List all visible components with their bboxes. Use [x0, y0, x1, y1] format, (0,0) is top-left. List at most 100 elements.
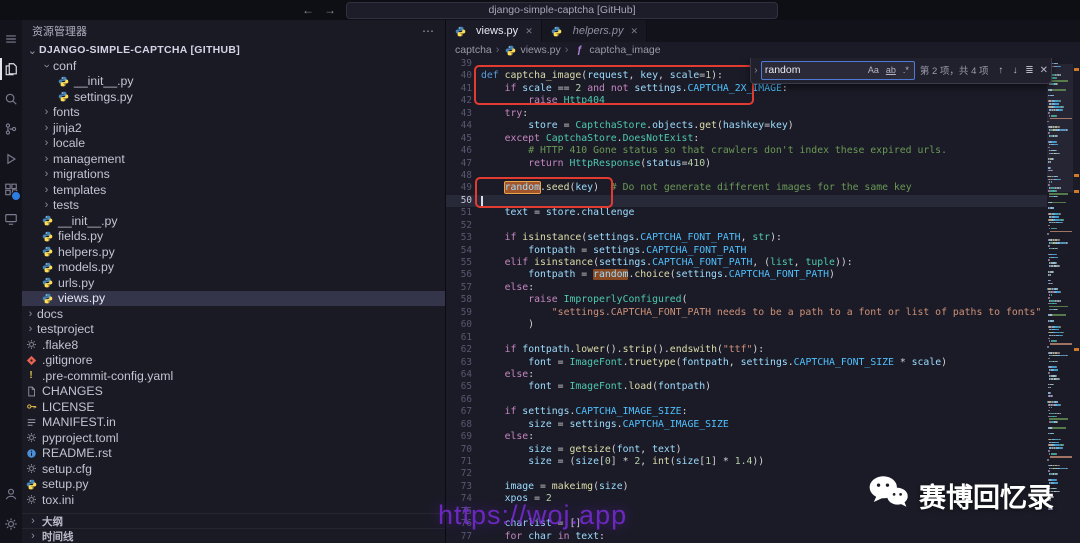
- tree-item-locale[interactable]: › locale: [22, 136, 445, 152]
- breadcrumb-item-captcha_image[interactable]: ƒ captcha_image: [572, 44, 661, 56]
- tree-item-fonts[interactable]: › fonts: [22, 105, 445, 121]
- project-section-header[interactable]: ⌄ DJANGO-SIMPLE-CAPTCHA [GITHUB]: [22, 42, 445, 58]
- tree-item-.gitignore[interactable]: .gitignore: [22, 353, 445, 369]
- tree-item-conf[interactable]: › conf: [22, 58, 445, 74]
- breadcrumb-item-captcha[interactable]: captcha: [455, 44, 492, 56]
- tree-item-migrations[interactable]: › migrations: [22, 167, 445, 183]
- tree-item-LICENSE[interactable]: LICENSE: [22, 399, 445, 415]
- code-line-67[interactable]: 67 if settings.CAPTCHA_IMAGE_SIZE:: [445, 406, 1080, 418]
- tree-item-testproject[interactable]: › testproject: [22, 322, 445, 338]
- find-in-selection-icon[interactable]: ≣: [1022, 65, 1036, 76]
- code-line-69[interactable]: 69 else:: [445, 431, 1080, 443]
- code-line-56[interactable]: 56 fontpath = random.choice(settings.CAP…: [445, 269, 1080, 281]
- explorer-icon[interactable]: [0, 54, 22, 84]
- tree-item-.pre-commit-config.yaml[interactable]: ! .pre-commit-config.yaml: [22, 368, 445, 384]
- tab-views.py[interactable]: views.py ✕: [445, 20, 542, 42]
- code-line-60[interactable]: 60 ): [445, 319, 1080, 331]
- code-line-68[interactable]: 68 size = settings.CAPTCHA_IMAGE_SIZE: [445, 419, 1080, 431]
- code-line-62[interactable]: 62 if fontpath.lower().strip().endswith(…: [445, 344, 1080, 356]
- account-icon[interactable]: [0, 479, 22, 509]
- code-line-77[interactable]: 77 for char in text:: [445, 531, 1080, 543]
- python-icon: [56, 75, 70, 87]
- settings-icon[interactable]: [0, 509, 22, 539]
- code-line-46[interactable]: 46 # HTTP 410 Gone status so that crawle…: [445, 145, 1080, 157]
- code-line-51[interactable]: 51 text = store.challenge: [445, 207, 1080, 219]
- minimap-line: [1047, 230, 1073, 233]
- tree-item-__init__.py[interactable]: __init__.py: [22, 213, 445, 229]
- tree-item-urls.py[interactable]: urls.py: [22, 275, 445, 291]
- tree-item-settings.py[interactable]: settings.py: [22, 89, 445, 105]
- tree-item-README.rst[interactable]: README.rst: [22, 446, 445, 462]
- find-input[interactable]: random Aa ab .*: [760, 60, 915, 80]
- code-line-65[interactable]: 65 font = ImageFont.load(fontpath): [445, 381, 1080, 393]
- minimap[interactable]: [1047, 58, 1073, 543]
- code-line-47[interactable]: 47 return HttpResponse(status=410): [445, 158, 1080, 170]
- source-control-icon[interactable]: [0, 114, 22, 144]
- outline-section[interactable]: › 大纲: [22, 513, 445, 528]
- code-line-49[interactable]: 49 random.seed(key) # Do not generate di…: [445, 181, 1080, 195]
- code-line-54[interactable]: 54 fontpath = settings.CAPTCHA_FONT_PATH: [445, 245, 1080, 257]
- code-line-43[interactable]: 43 try:: [445, 108, 1080, 120]
- match-case-icon[interactable]: Aa: [866, 65, 881, 75]
- code-line-61[interactable]: 61: [445, 332, 1080, 344]
- tree-item-models.py[interactable]: models.py: [22, 260, 445, 276]
- code-line-44[interactable]: 44 store = CaptchaStore.objects.get(hash…: [445, 120, 1080, 132]
- tree-item-templates[interactable]: › templates: [22, 182, 445, 198]
- code-line-71[interactable]: 71 size = (size[0] * 2, int(size[1] * 1.…: [445, 456, 1080, 468]
- code-line-57[interactable]: 57 else:: [445, 282, 1080, 294]
- menu-icon[interactable]: [0, 24, 22, 54]
- back-icon[interactable]: ←: [302, 0, 314, 20]
- tree-item-setup.py[interactable]: setup.py: [22, 477, 445, 493]
- code-line-76[interactable]: 76 charlist = []: [445, 518, 1080, 530]
- code-line-63[interactable]: 63 font = ImageFont.truetype(fontpath, s…: [445, 357, 1080, 369]
- forward-icon[interactable]: →: [324, 0, 336, 20]
- close-tab-icon[interactable]: ✕: [525, 26, 533, 37]
- code-line-48[interactable]: 48: [445, 170, 1080, 182]
- regex-icon[interactable]: .*: [901, 65, 911, 75]
- tree-item-pyproject.toml[interactable]: pyproject.toml: [22, 430, 445, 446]
- whole-word-icon[interactable]: ab: [884, 65, 898, 75]
- breadcrumb: captcha › views.py › ƒ captcha_image: [445, 42, 1080, 58]
- close-tab-icon[interactable]: ✕: [631, 26, 639, 37]
- tree-item-docs[interactable]: › docs: [22, 306, 445, 322]
- tree-item-helpers.py[interactable]: helpers.py: [22, 244, 445, 260]
- tree-item-jinja2[interactable]: › jinja2: [22, 120, 445, 136]
- code-line-58[interactable]: 58 raise ImproperlyConfigured(: [445, 294, 1080, 306]
- next-match-icon[interactable]: ↓: [1008, 65, 1022, 76]
- timeline-section[interactable]: › 时间线: [22, 528, 445, 543]
- extensions-icon[interactable]: [0, 174, 22, 204]
- code-line-66[interactable]: 66: [445, 394, 1080, 406]
- code-line-59[interactable]: 59 "settings.CAPTCHA_FONT_PATH needs to …: [445, 307, 1080, 319]
- command-center[interactable]: django-simple-captcha [GitHub]: [346, 1, 778, 19]
- code-line-45[interactable]: 45 except CaptchaStore.DoesNotExist:: [445, 133, 1080, 145]
- toggle-replace-icon[interactable]: ›: [751, 65, 761, 76]
- breadcrumb-item-views.py[interactable]: views.py: [503, 44, 561, 56]
- tree-item-views.py[interactable]: views.py: [22, 290, 445, 306]
- tree-item-fields.py[interactable]: fields.py: [22, 229, 445, 245]
- code-line-64[interactable]: 64 else:: [445, 369, 1080, 381]
- tree-item-__init__.py[interactable]: __init__.py: [22, 74, 445, 90]
- previous-match-icon[interactable]: ↑: [994, 65, 1008, 76]
- search-icon[interactable]: [0, 84, 22, 114]
- tree-item-tox.ini[interactable]: tox.ini: [22, 492, 445, 508]
- code-line-70[interactable]: 70 size = getsize(font, text): [445, 444, 1080, 456]
- code-line-52[interactable]: 52: [445, 220, 1080, 232]
- code-editor[interactable]: 39 40 def captcha_image(request, key, scal…: [445, 58, 1080, 543]
- code-line-42[interactable]: 42 raise Http404: [445, 95, 1080, 107]
- tree-item-CHANGES[interactable]: CHANGES: [22, 384, 445, 400]
- code-line-55[interactable]: 55 elif isinstance(settings.CAPTCHA_FONT…: [445, 257, 1080, 269]
- tree-item-setup.cfg[interactable]: setup.cfg: [22, 461, 445, 477]
- code-line-50[interactable]: 50: [445, 194, 1080, 208]
- tree-item-tests[interactable]: › tests: [22, 198, 445, 214]
- code-line-53[interactable]: 53 if isinstance(settings.CAPTCHA_FONT_P…: [445, 232, 1080, 244]
- close-icon[interactable]: ✕: [1037, 65, 1051, 76]
- remote-icon[interactable]: [0, 204, 22, 234]
- run-debug-icon[interactable]: [0, 144, 22, 174]
- doc-icon: [24, 385, 38, 397]
- tree-item-.flake8[interactable]: .flake8: [22, 337, 445, 353]
- tree-item-management[interactable]: › management: [22, 151, 445, 167]
- more-actions-icon[interactable]: ⋯: [422, 24, 435, 38]
- code-line-41[interactable]: 41 if scale == 2 and not settings.CAPTCH…: [445, 83, 1080, 95]
- tree-item-MANIFEST.in[interactable]: MANIFEST.in: [22, 415, 445, 431]
- tab-helpers.py[interactable]: helpers.py ✕: [541, 20, 648, 42]
